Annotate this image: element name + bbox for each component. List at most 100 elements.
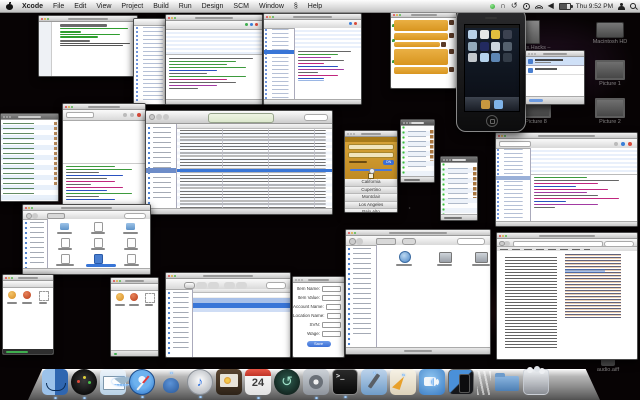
url-field[interactable]	[513, 241, 603, 247]
user-switch-icon[interactable]	[618, 3, 625, 10]
volume-icon[interactable]: ◀	[548, 2, 554, 10]
battery-icon[interactable]	[559, 3, 571, 10]
app-icon[interactable]	[480, 30, 489, 39]
mail-buttons[interactable]	[184, 282, 195, 289]
mailbox-sidebar[interactable]	[166, 289, 193, 357]
form-input[interactable]	[322, 322, 341, 329]
dock-interface-builder-icon[interactable]	[390, 369, 416, 395]
desktop-icon-picture-2[interactable]: Picture 2	[584, 98, 636, 125]
computer-icon[interactable]	[439, 252, 452, 263]
list-row-selected[interactable]	[526, 57, 584, 66]
document-icon[interactable]	[94, 222, 103, 232]
desktop-icon-macintosh-hd[interactable]: Macintosh HD	[584, 22, 636, 45]
window-buddy-list-1[interactable]	[400, 119, 435, 183]
window-software-update[interactable]	[525, 50, 585, 105]
app-icon[interactable]	[503, 42, 512, 51]
app-icon[interactable]	[480, 42, 489, 51]
iphone-home-button[interactable]	[486, 115, 498, 127]
finder-sidebar[interactable]	[346, 245, 377, 348]
window-form[interactable]: Item Name:Item Value:Account Name:Locati…	[292, 276, 345, 358]
dock-documents-folder-icon[interactable]	[494, 369, 520, 395]
widget-checkbox[interactable]	[368, 173, 374, 179]
app-icon[interactable]	[468, 30, 477, 39]
app-icon[interactable]	[491, 30, 500, 39]
menu-item[interactable]: SCM	[233, 3, 249, 10]
document-icon[interactable]	[61, 254, 70, 264]
itunes-sidebar[interactable]	[146, 124, 177, 208]
form-row[interactable]: Wage:	[293, 331, 341, 338]
app-icon[interactable]	[468, 42, 477, 51]
time-machine-menu-icon[interactable]	[523, 3, 530, 10]
search-field[interactable]	[604, 241, 634, 247]
widget-city-row[interactable]: Montclair	[345, 194, 397, 202]
widget-city-row[interactable]: California	[345, 179, 397, 187]
widget-city-row[interactable]: Palo Alto	[345, 209, 397, 213]
dock-iphone-dev-icon[interactable]	[448, 369, 474, 395]
widget-toggle[interactable]: ON	[383, 160, 394, 165]
app-icon[interactable]	[491, 53, 500, 62]
document-icon[interactable]	[127, 254, 136, 264]
computer-icon[interactable]	[475, 252, 488, 263]
window-xcode-project-1[interactable]	[263, 13, 362, 105]
window-mail[interactable]	[165, 272, 291, 358]
form-input[interactable]	[322, 331, 341, 338]
menu-item[interactable]: Run	[179, 3, 192, 10]
window-chat-green[interactable]	[38, 15, 138, 77]
dock-ichat-icon[interactable]	[419, 369, 445, 395]
menu-item[interactable]: Design	[202, 3, 224, 10]
form-input[interactable]	[327, 313, 341, 320]
app-icon[interactable]	[503, 53, 512, 62]
save-button[interactable]: Save	[307, 341, 331, 347]
groups-files-sidebar[interactable]	[496, 148, 531, 222]
spotlight-icon[interactable]	[630, 3, 636, 9]
list-row[interactable]	[526, 66, 584, 75]
playback-controls[interactable]	[149, 114, 155, 120]
network-globe-icon[interactable]	[399, 251, 411, 263]
placeholder-icon[interactable]	[145, 293, 155, 303]
window-finder-small-2[interactable]	[110, 277, 159, 357]
app-icon[interactable]	[503, 30, 512, 39]
app-bundle-icon[interactable]	[8, 291, 16, 299]
dock-finder-icon[interactable]	[42, 369, 68, 395]
window-chat-orange[interactable]	[390, 11, 457, 89]
menu-item[interactable]: Build	[153, 3, 169, 10]
app-bundle-icon[interactable]	[23, 291, 31, 299]
window-finder-icon-view[interactable]	[22, 204, 151, 275]
sync-icon[interactable]: ↺	[511, 2, 518, 10]
script-menu-icon[interactable]: §	[294, 3, 298, 10]
wifi-icon[interactable]	[535, 3, 543, 9]
document-icon-selected[interactable]	[94, 254, 103, 264]
window-xcode-editor-1[interactable]	[165, 14, 263, 105]
menu-xcode[interactable]: Xcode	[22, 3, 43, 10]
document-icon[interactable]	[127, 238, 136, 248]
dock-safari-icon[interactable]	[129, 369, 155, 395]
form-row[interactable]: Item Value:	[293, 295, 341, 302]
dock-mail-icon[interactable]	[100, 369, 126, 395]
iphone-device[interactable]	[456, 8, 526, 132]
menu-item[interactable]: File	[53, 3, 64, 10]
song-list[interactable]	[177, 129, 332, 208]
form-row[interactable]: Account Name:	[293, 304, 341, 311]
app-bundle-icon[interactable]	[116, 293, 124, 301]
back-forward-buttons[interactable]	[349, 238, 356, 245]
menu-item[interactable]: View	[96, 3, 111, 10]
dock-system-preferences-icon[interactable]	[303, 369, 329, 395]
desktop-icon-picture-1[interactable]: Picture 1	[584, 60, 636, 87]
menu-item[interactable]: Window	[259, 3, 284, 10]
widget-field-2[interactable]	[348, 152, 394, 158]
widget-city-row[interactable]: Cupertino	[345, 187, 397, 195]
document-icon[interactable]	[94, 238, 103, 248]
dock-ical-icon[interactable]: 24	[245, 369, 271, 395]
widget-field-1[interactable]	[348, 144, 394, 150]
headphones-icon[interactable]: ∩	[500, 2, 506, 10]
window-buddy-list-2[interactable]	[440, 156, 478, 221]
document-icon[interactable]	[61, 238, 70, 248]
app-icon[interactable]	[491, 42, 500, 51]
view-switcher[interactable]	[376, 238, 396, 245]
search-field[interactable]	[304, 114, 328, 121]
form-input[interactable]	[322, 295, 341, 302]
dock-trash-icon[interactable]	[523, 369, 549, 395]
app-icon[interactable]	[481, 100, 490, 109]
back-forward-buttons[interactable]	[499, 241, 505, 247]
form-row[interactable]: SVN:	[293, 322, 341, 329]
